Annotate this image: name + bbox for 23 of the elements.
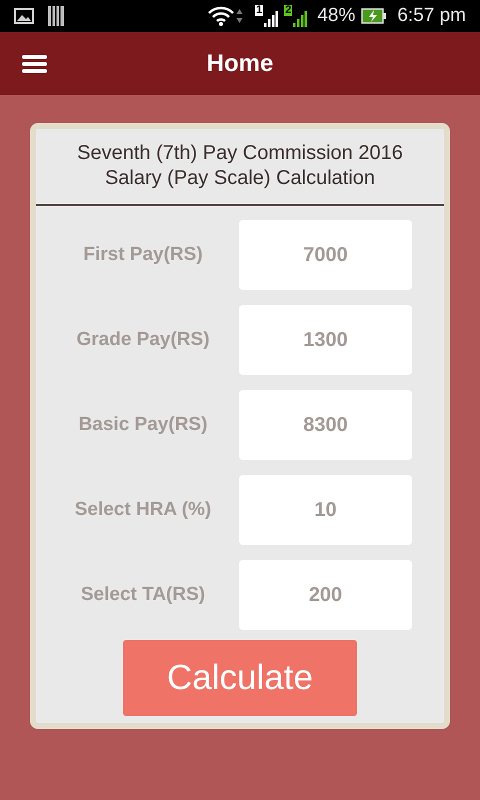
input-field[interactable]: 8300 — [239, 390, 412, 460]
charging-battery-icon — [361, 8, 388, 24]
image-icon — [14, 8, 34, 24]
input-field[interactable]: 200 — [239, 560, 412, 630]
calculate-button[interactable]: Calculate — [123, 640, 357, 716]
input-field[interactable]: 1300 — [239, 305, 412, 375]
wifi-icon — [208, 6, 234, 26]
input-field[interactable]: 10 — [239, 475, 412, 545]
input-field[interactable]: 7000 — [239, 220, 412, 290]
battery-percent: 48% — [317, 4, 356, 28]
barcode-icon — [48, 6, 64, 26]
field-label: Select TA(RS) — [80, 582, 206, 607]
field-label: Grade Pay(RS) — [75, 328, 211, 352]
field-label: First Pay(RS) — [82, 242, 204, 267]
field-label: Select HRA (%) — [74, 498, 212, 522]
clock-time: 6:57 pm — [397, 4, 466, 28]
sim-number: 1 — [255, 5, 264, 16]
data-arrows-icon — [236, 8, 244, 24]
menu-icon[interactable] — [22, 54, 47, 72]
app-title: Home — [206, 48, 274, 78]
sim-number: 2 — [284, 5, 292, 16]
card-title: Seventh (7th) Pay Commission 2016 Salary (Pay Scale) Calculation — [36, 129, 444, 206]
field-label: Basic Pay(RS) — [78, 412, 208, 437]
